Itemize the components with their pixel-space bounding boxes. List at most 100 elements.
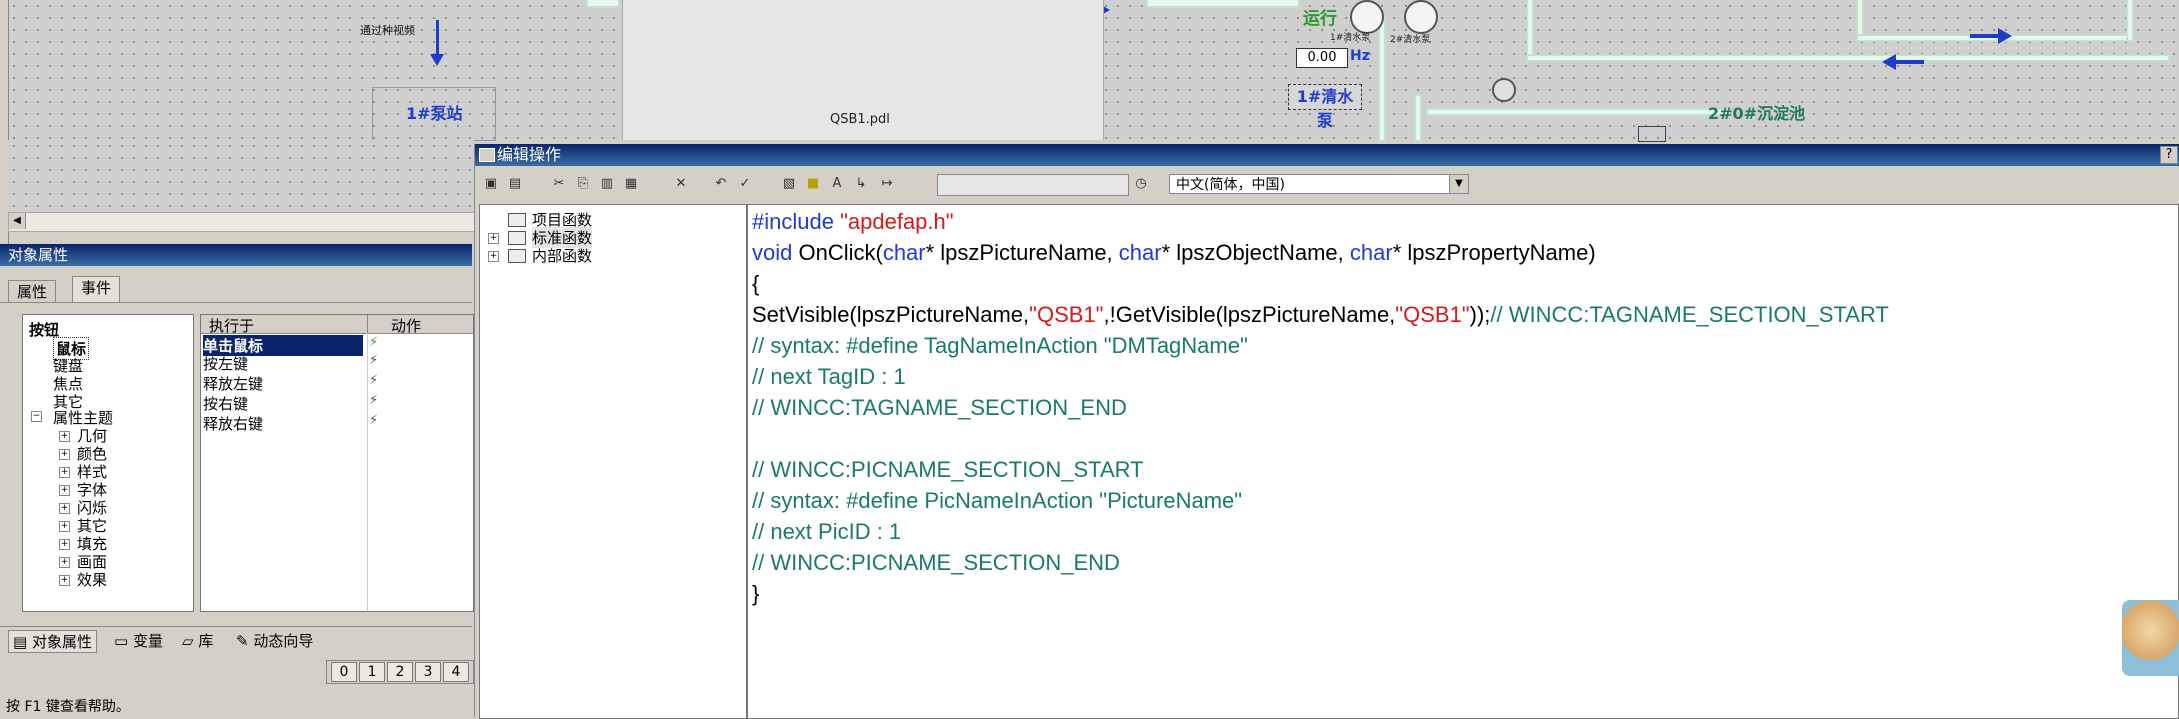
expand-icon[interactable]: + (59, 485, 70, 496)
code-token: SetVisible(lpszPictureName, (752, 302, 1030, 327)
chevron-down-icon[interactable]: ▼ (1449, 175, 1468, 193)
tab-properties[interactable]: 属性 (8, 280, 57, 303)
layer-4-button[interactable]: 4 (443, 662, 469, 682)
canvas-horizontal-scrollbar[interactable]: ◀ (8, 212, 480, 232)
header-action: 动作 (391, 317, 422, 335)
trigger-field[interactable] (937, 174, 1129, 196)
format-icon[interactable]: A (827, 174, 847, 194)
tab-variables[interactable]: ▭ 变量 (114, 630, 163, 651)
process-canvas-lower[interactable] (8, 140, 474, 212)
action-lightning-icon[interactable]: ⚡ (369, 413, 383, 428)
expand-icon[interactable]: + (488, 251, 499, 262)
language-select[interactable]: 中文(简体，中国) ▼ (1169, 174, 1469, 194)
pump-1-button[interactable]: 1#清水泵 (1288, 84, 1362, 130)
instrument-icon (1638, 126, 1666, 142)
export-icon[interactable]: ↦ (877, 174, 897, 194)
pipe (2128, 0, 2132, 40)
code-line-4: SetVisible(lpszPictureName,"QSB1",!GetVi… (752, 302, 1889, 328)
layer-0-button[interactable]: 0 (331, 662, 357, 682)
tree-item-internal-functions[interactable]: 内部函数 (532, 245, 592, 266)
function-tree[interactable]: 项目函数 + 标准函数 + 内部函数 (479, 204, 747, 719)
action-lightning-icon[interactable]: ⚡ (369, 393, 383, 408)
event-object-tree[interactable]: 按钮 鼠标 键盘 焦点 其它 − 属性主题 + 几何 + 颜色 + 样式 + 字… (22, 314, 194, 612)
action-lightning-icon[interactable]: ⚡ (369, 335, 383, 350)
expand-icon[interactable]: + (59, 467, 70, 478)
import-icon[interactable]: ↳ (851, 174, 871, 194)
cube-icon[interactable]: ■ (803, 174, 823, 194)
cut-icon[interactable]: ✂ (549, 174, 569, 194)
expand-icon[interactable]: + (59, 431, 70, 442)
code-line-7: // WINCC:TAGNAME_SECTION_END (752, 395, 1127, 420)
flow-down-arrow (430, 20, 444, 66)
valve-icon[interactable] (1492, 78, 1516, 102)
language-select-value: 中文(简体，中国) (1176, 177, 1285, 193)
pump-1-icon[interactable] (1350, 0, 1384, 34)
find-icon[interactable]: ▦ (621, 174, 641, 194)
code-token: ,!GetVisible(lpszPictureName, (1103, 302, 1396, 327)
tab-divider (0, 302, 472, 303)
code-token: * lpszPictureName, (925, 240, 1119, 265)
pump-2-icon[interactable] (1404, 0, 1438, 34)
code-line-5: // syntax: #define TagNameInAction "DMTa… (752, 333, 1248, 358)
dialog-title: 编辑操作 (497, 145, 562, 164)
collapse-icon[interactable]: − (31, 411, 42, 422)
help-button[interactable]: ? (2160, 146, 2178, 164)
action-lightning-icon[interactable]: ⚡ (369, 353, 383, 368)
expand-icon[interactable]: + (488, 233, 499, 244)
folder-icon (508, 249, 526, 263)
event-row-left-up[interactable]: 释放左键 (203, 373, 263, 394)
delete-icon[interactable]: ✕ (671, 174, 691, 194)
expand-icon[interactable]: + (59, 521, 70, 532)
clock-icon[interactable]: ◷ (1131, 174, 1151, 194)
tab-dynamic-wizard[interactable]: ✎ 动态向导 (236, 630, 313, 651)
code-line-3: { (752, 271, 760, 296)
code-editor[interactable]: #include "apdefap.h" void OnClick(char* … (747, 204, 2179, 719)
event-row-left-down[interactable]: 按左键 (203, 353, 248, 374)
code-token: * lpszObjectName, (1161, 240, 1350, 265)
layer-3-button[interactable]: 3 (415, 662, 441, 682)
compile-icon[interactable]: ▤ (505, 174, 525, 194)
tree-item-effects[interactable]: 效果 (77, 569, 107, 590)
process-canvas[interactable]: 通过种视频 1#泵站 QSB1.pdl 运行 1#清水泵 2#清水泵 0.00 … (8, 0, 2179, 142)
event-grid-header: 执行于 动作 (201, 315, 473, 335)
copy-icon[interactable]: ⎘ (573, 174, 593, 194)
tab-object-properties[interactable]: ▤ 对象属性 (8, 630, 97, 653)
syntax-icon[interactable]: ✓ (735, 174, 755, 194)
code-line-1: #include "apdefap.h" (752, 209, 954, 235)
notice-label: 通过种视频 (360, 24, 415, 37)
code-token: #include (752, 209, 841, 234)
expand-icon[interactable]: + (59, 575, 70, 586)
expand-icon[interactable]: + (59, 557, 70, 568)
undo-icon[interactable]: ↶ (711, 174, 731, 194)
layer-1-button[interactable]: 1 (359, 662, 385, 682)
bottom-tab-bar: ▤ 对象属性 ▭ 变量 ▱ 库 ✎ 动态向导 (0, 626, 472, 653)
expand-icon[interactable]: + (59, 539, 70, 550)
code-token: OnClick( (792, 240, 883, 265)
code-line-2: void OnClick(char* lpszPictureName, char… (752, 240, 1596, 266)
layer-2-button[interactable]: 2 (387, 662, 413, 682)
code-token: char (882, 240, 926, 265)
run-status-label: 运行 (1303, 9, 1337, 29)
save-icon[interactable]: ▣ (481, 174, 501, 194)
frequency-value[interactable]: 0.00 (1296, 48, 1348, 68)
code-line-9: // syntax: #define PicNameInAction "Pict… (752, 488, 1243, 513)
expand-icon[interactable]: + (59, 449, 70, 460)
expand-icon[interactable]: + (59, 503, 70, 514)
event-action-grid[interactable]: 执行于 动作 单击鼠标 ⚡ 按左键 ⚡ 释放左键 ⚡ 按右键 ⚡ 释放右键 ⚡ (200, 314, 474, 612)
pump-1-caption: 1#清水泵 (1330, 33, 1371, 43)
edit-action-dialog: 编辑操作 ? ▣ ▤ ✂ ⎘ ▥ ▦ ✕ ↶ ✓ ▧ ■ A ↳ ↦ ◷ 中文(… (474, 144, 2179, 719)
action-lightning-icon[interactable]: ⚡ (369, 373, 383, 388)
dialog-window-icon (479, 148, 495, 162)
scroll-left-icon[interactable]: ◀ (9, 213, 26, 229)
event-row-right-down[interactable]: 按右键 (203, 393, 248, 414)
tag-icon[interactable]: ▧ (779, 174, 799, 194)
tab-library[interactable]: ▱ 库 (182, 630, 213, 651)
object-properties-title: 对象属性 (0, 244, 472, 266)
avatar (2122, 600, 2179, 676)
tab-events[interactable]: 事件 (72, 276, 121, 303)
pipe (1380, 20, 1384, 140)
paste-icon[interactable]: ▥ (597, 174, 617, 194)
code-line-8: // WINCC:PICNAME_SECTION_START (752, 457, 1144, 482)
event-row-right-up[interactable]: 释放右键 (203, 413, 263, 434)
dialog-title-bar: 编辑操作 ? (475, 144, 2179, 166)
